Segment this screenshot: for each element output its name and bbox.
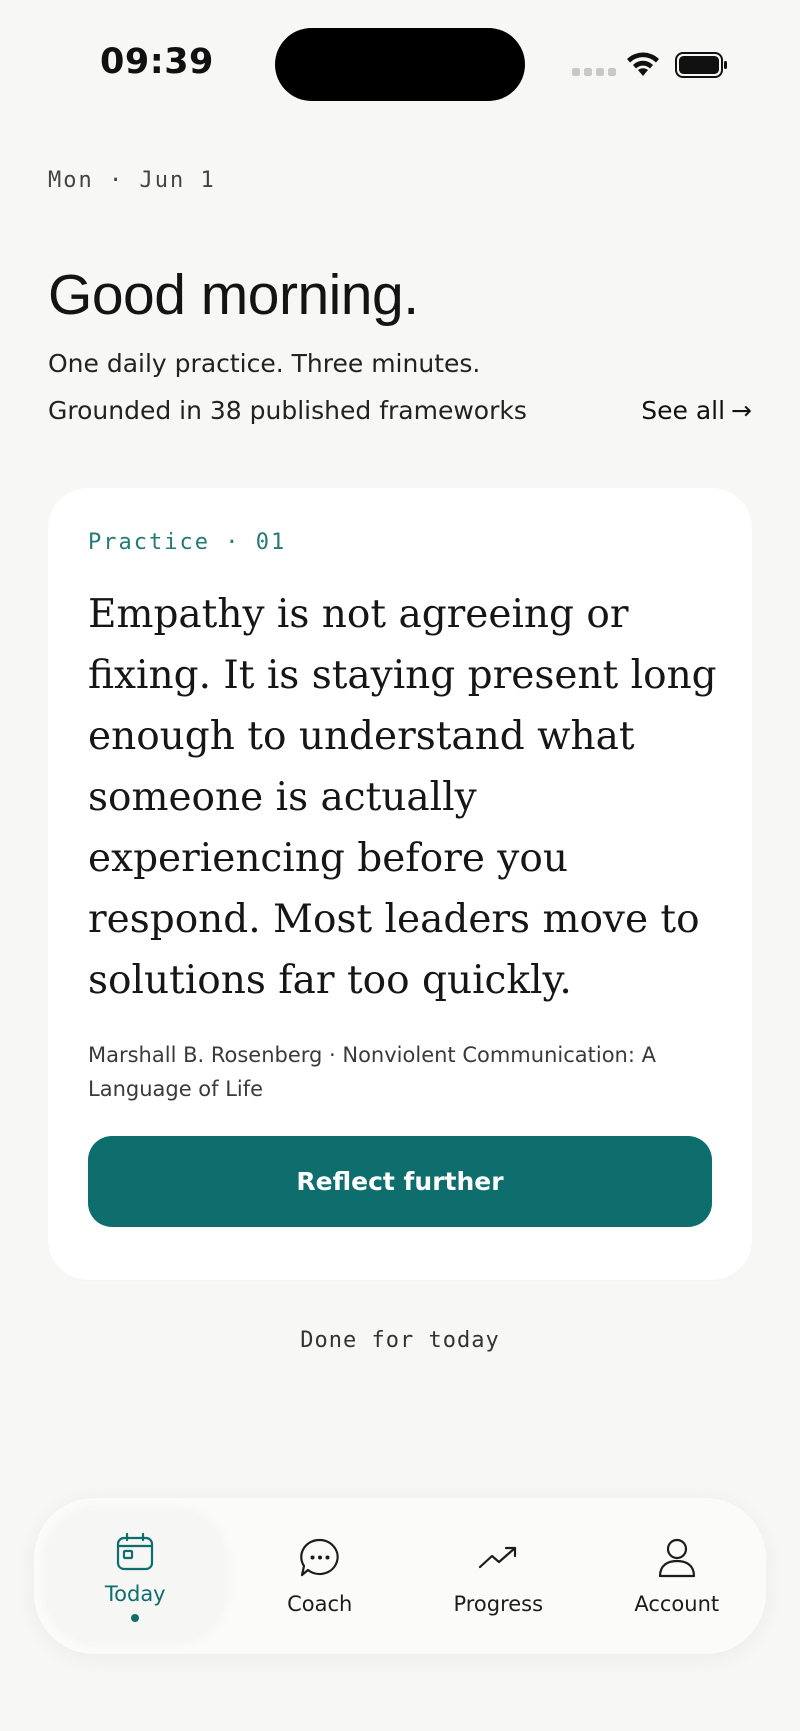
tab-label: Progress <box>453 1592 544 1616</box>
tab-label: Coach <box>287 1592 353 1616</box>
battery-icon <box>675 51 729 83</box>
practice-card: Practice · 01 Empathy is not agreeing or… <box>48 488 752 1280</box>
person-icon <box>655 1536 699 1580</box>
cellular-signal-icon <box>572 68 616 76</box>
tab-today[interactable]: Today <box>46 1510 225 1642</box>
practice-label: Practice · 01 <box>88 530 287 555</box>
tab-bar: Today Coach Progress Account <box>34 1498 766 1654</box>
calendar-icon <box>113 1530 157 1574</box>
frameworks-text: Grounded in 38 published frameworks <box>48 396 527 425</box>
subtitle: One daily practice. Three minutes. <box>48 349 481 378</box>
see-all-link[interactable]: See all → <box>641 396 752 425</box>
dynamic-island <box>275 28 525 101</box>
done-for-today-button[interactable]: Done for today <box>0 1328 800 1353</box>
status-time: 09:39 <box>100 42 214 82</box>
active-indicator-dot <box>131 1614 140 1622</box>
see-all-label: See all <box>641 396 726 425</box>
trend-up-icon <box>476 1536 520 1580</box>
citation: Marshall B. Rosenberg · Nonviolent Commu… <box>88 1043 656 1101</box>
tab-label: Today <box>104 1582 166 1606</box>
greeting-title: Good morning. <box>48 263 419 327</box>
practice-quote: Empathy is not agreeing or fixing. It is… <box>88 592 717 1003</box>
tab-progress[interactable]: Progress <box>409 1498 588 1654</box>
tab-account[interactable]: Account <box>588 1498 767 1654</box>
reflect-further-button[interactable]: Reflect further <box>88 1136 712 1227</box>
date-label: Mon · Jun 1 <box>48 168 216 193</box>
wifi-icon <box>625 50 661 82</box>
tab-coach[interactable]: Coach <box>231 1498 410 1654</box>
arrow-right-icon: → <box>731 396 752 425</box>
frameworks-row: Grounded in 38 published frameworks See … <box>48 396 752 425</box>
chat-bubble-icon <box>298 1536 342 1580</box>
status-bar: 09:39 <box>0 0 800 130</box>
tab-label: Account <box>634 1592 720 1616</box>
